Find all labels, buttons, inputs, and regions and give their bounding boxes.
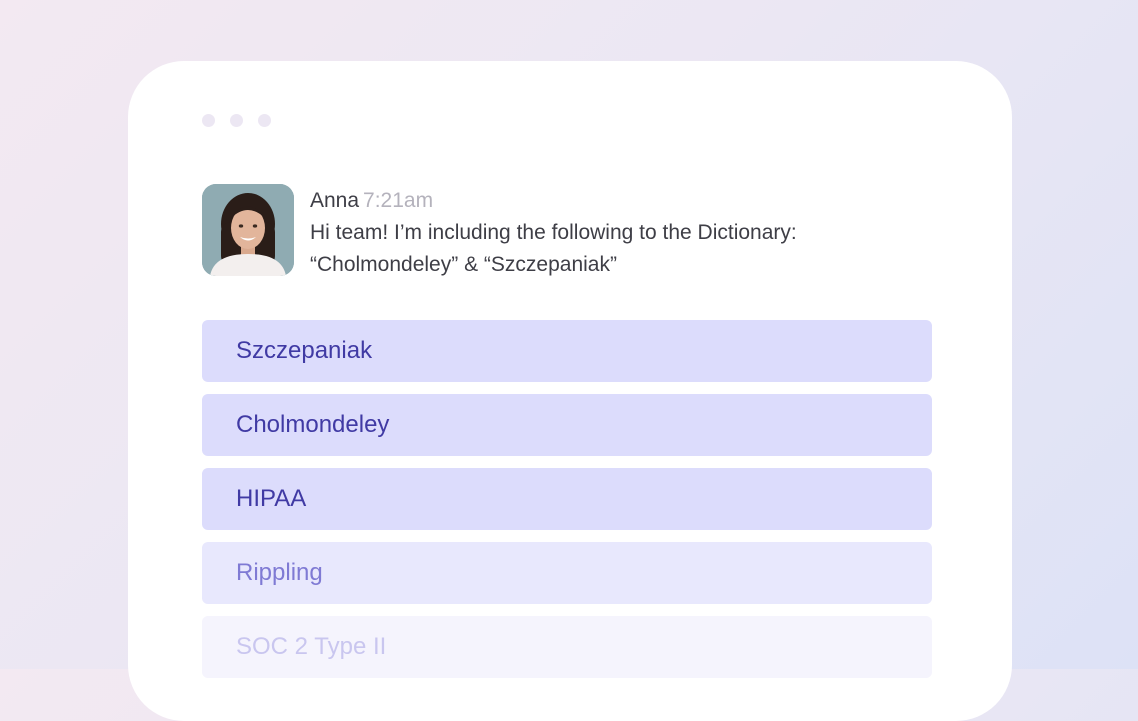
- message-line: “Cholmondeley” & “Szczepaniak”: [310, 253, 617, 276]
- dictionary-item-label: Rippling: [236, 559, 323, 586]
- message-time: 7:21am: [363, 189, 434, 212]
- dictionary-item[interactable]: Cholmondeley: [202, 394, 932, 456]
- dictionary-item-label: Cholmondeley: [236, 411, 390, 438]
- window-controls: [202, 114, 271, 127]
- author-name[interactable]: Anna: [310, 189, 359, 212]
- dictionary-item-label: SOC 2 Type II: [236, 633, 387, 660]
- dictionary-item-label: Szczepaniak: [236, 337, 373, 364]
- message-header: Anna 7:21am: [310, 188, 797, 214]
- message-line: Hi team! I’m including the following to …: [310, 221, 797, 244]
- dictionary-item[interactable]: HIPAA: [202, 468, 932, 530]
- dictionary-item[interactable]: Szczepaniak: [202, 320, 932, 382]
- chat-window: Anna 7:21am Hi team! I’m including the fo…: [128, 61, 1012, 721]
- window-dot[interactable]: [202, 114, 215, 127]
- chat-message: Anna 7:21am Hi team! I’m including the fo…: [202, 184, 797, 281]
- avatar[interactable]: [202, 184, 294, 276]
- dictionary-list: Szczepaniak Cholmondeley HIPAA Rippling …: [202, 320, 932, 690]
- dictionary-item[interactable]: Rippling: [202, 542, 932, 604]
- window-dot[interactable]: [230, 114, 243, 127]
- message-body: Anna 7:21am Hi team! I’m including the fo…: [310, 184, 797, 281]
- avatar-image: [202, 184, 294, 276]
- message-text: Hi team! I’m including the following to …: [310, 217, 797, 281]
- window-dot[interactable]: [258, 114, 271, 127]
- dictionary-item-label: HIPAA: [236, 485, 307, 512]
